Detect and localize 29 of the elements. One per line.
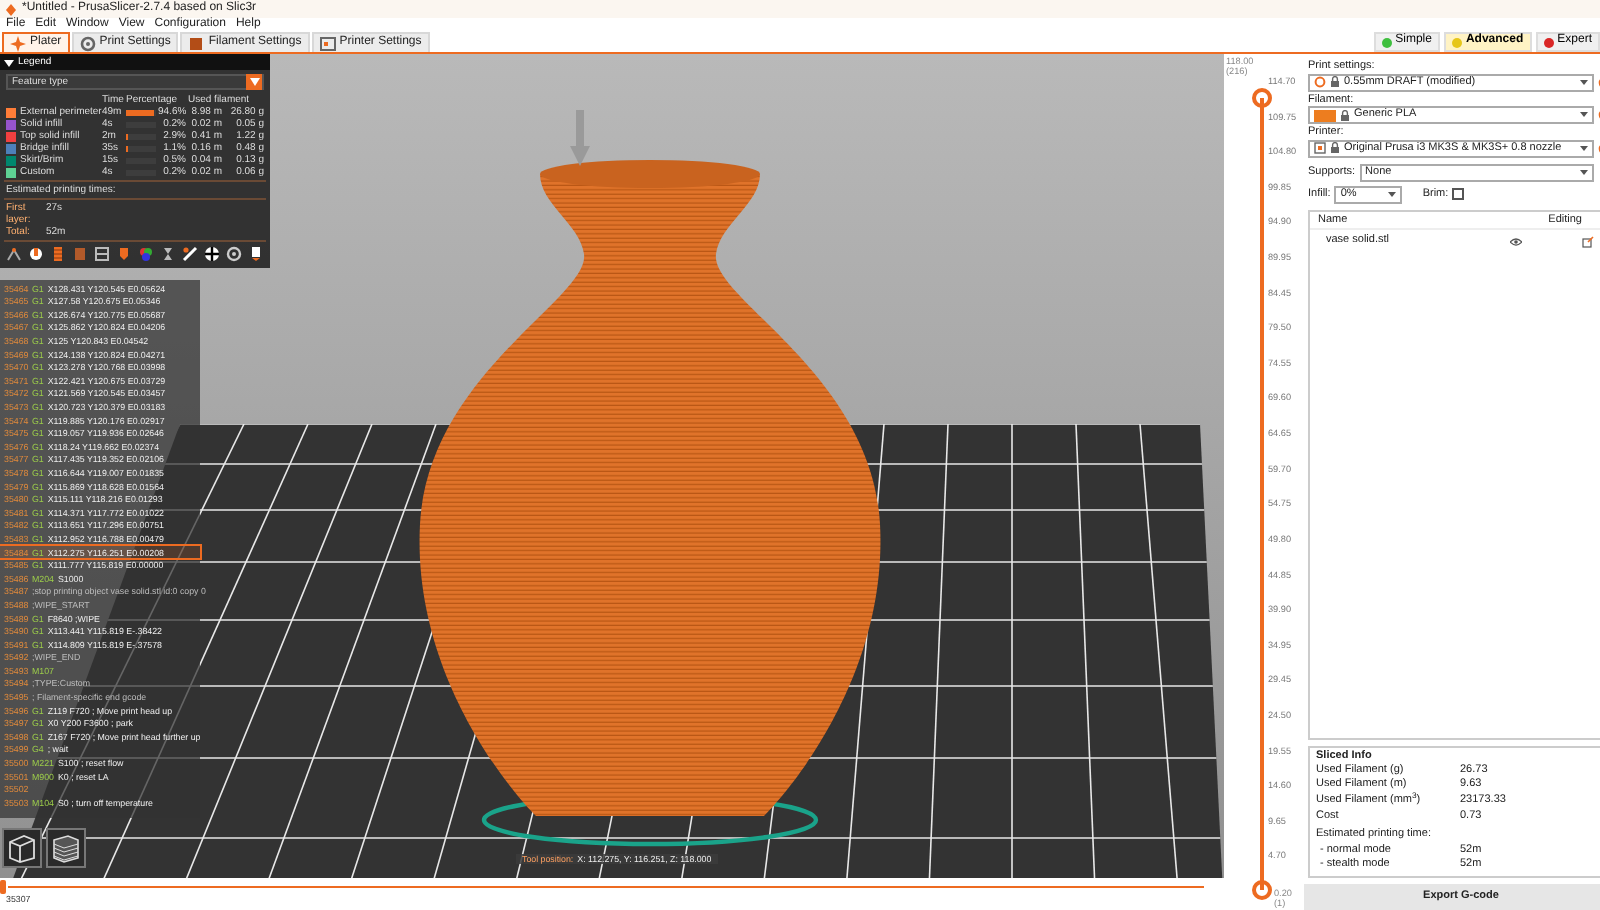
- stacked-layers-icon: [50, 832, 82, 864]
- caret-down-icon: [4, 57, 14, 67]
- color-change-icon[interactable]: [138, 246, 154, 262]
- slider-thumb[interactable]: [1252, 88, 1272, 108]
- caret-down-icon: [1580, 79, 1588, 86]
- layers-view-button[interactable]: [46, 828, 86, 868]
- slider-thumb[interactable]: [1252, 880, 1272, 900]
- lock-icon: [1330, 76, 1340, 89]
- dropdown-arrow-icon[interactable]: [246, 74, 262, 90]
- lock-icon: [1340, 109, 1350, 122]
- caret-down-icon: [1580, 145, 1588, 152]
- target-icon[interactable]: [204, 246, 220, 262]
- caret-down-icon: [1580, 112, 1588, 119]
- tool-marker-icon: [570, 110, 590, 166]
- caret-down-icon: [1580, 169, 1588, 176]
- 3d-view-button[interactable]: [2, 828, 42, 868]
- printer-icon: [1314, 142, 1326, 155]
- striped-column-icon[interactable]: [50, 246, 66, 262]
- square-icon: [188, 35, 205, 51]
- app-logo-icon: [6, 3, 16, 15]
- caret-down-icon: [1388, 191, 1397, 198]
- cube-icon: [6, 832, 38, 864]
- edit-icon[interactable]: [1582, 235, 1594, 248]
- filament-color-swatch: [1314, 109, 1336, 122]
- eye-icon[interactable]: [1510, 237, 1522, 246]
- slider-thumb[interactable]: [0, 880, 6, 894]
- travel-path-icon[interactable]: [6, 246, 22, 262]
- lock-icon: [1330, 142, 1340, 155]
- brim-checkbox[interactable]: [1452, 188, 1465, 201]
